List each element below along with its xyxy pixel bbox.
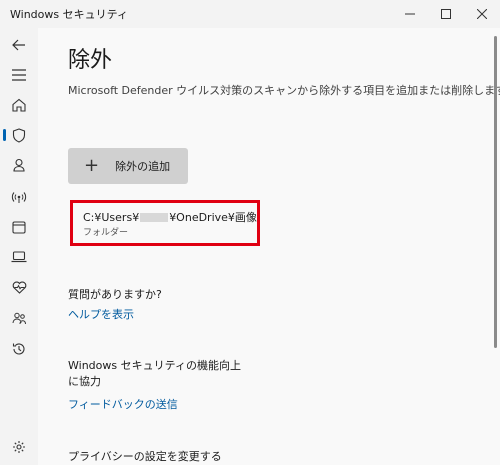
page-title: 除外 [68, 48, 113, 73]
feedback-link[interactable]: フィードバックの送信 [68, 396, 178, 412]
shield-icon [12, 127, 26, 143]
back-icon [12, 39, 25, 51]
nav-device-security[interactable] [6, 244, 32, 270]
history-icon [12, 343, 25, 355]
app-browser-icon [12, 220, 26, 234]
plus-icon: + [84, 155, 100, 176]
exclusion-path-suffix: ¥OneDrive¥画像 [169, 211, 257, 224]
nav-firewall[interactable] [6, 184, 32, 210]
home-icon [12, 98, 26, 112]
get-help-link[interactable]: ヘルプを表示 [68, 306, 134, 322]
help-heading: 質問がありますか? [68, 288, 162, 301]
minimize-icon [405, 13, 415, 15]
back-button[interactable] [6, 32, 32, 58]
exclusion-type: フォルダー [83, 228, 129, 238]
health-icon [12, 281, 26, 294]
main-content: 除外 Microsoft Defender ウイルス対策のスキャンから除外する項… [38, 28, 500, 465]
close-button[interactable] [464, 0, 500, 28]
scrollbar[interactable] [494, 36, 497, 348]
nav-app-browser[interactable] [6, 214, 32, 240]
exclusion-path: C:¥Users¥ ¥OneDrive¥画像 [83, 209, 257, 225]
device-security-icon [11, 251, 27, 263]
family-icon [12, 312, 26, 325]
nav-virus-protection[interactable] [3, 122, 32, 148]
add-exclusion-label: 除外の追加 [115, 160, 171, 173]
minimize-button[interactable] [392, 0, 428, 28]
close-icon [477, 9, 487, 19]
network-icon [11, 192, 27, 203]
exclusion-item[interactable]: C:¥Users¥ ¥OneDrive¥画像 フォルダー [70, 200, 260, 246]
add-exclusion-button[interactable]: + 除外の追加 [68, 148, 188, 184]
privacy-heading: プライバシーの設定を変更する [68, 450, 222, 463]
title-bar: Windows セキュリティ [0, 0, 500, 28]
app-title: Windows セキュリティ [10, 8, 128, 21]
nav-history[interactable] [6, 336, 32, 362]
blurred-username [140, 213, 169, 222]
nav-family[interactable] [6, 306, 32, 332]
nav-home[interactable] [6, 92, 32, 118]
maximize-icon [441, 9, 451, 19]
sidebar [0, 28, 38, 465]
page-description: Microsoft Defender ウイルス対策のスキャンから除外する項目を追… [68, 84, 500, 97]
nav-settings[interactable] [6, 434, 32, 460]
menu-icon [12, 69, 26, 81]
nav-device-health[interactable] [6, 274, 32, 300]
settings-icon [13, 441, 25, 453]
exclusion-path-prefix: C:¥Users¥ [83, 211, 140, 224]
account-icon [13, 158, 25, 172]
nav-account[interactable] [6, 152, 32, 178]
maximize-button[interactable] [428, 0, 464, 28]
menu-button[interactable] [6, 62, 32, 88]
improve-heading: Windows セキュリティの機能向上に協力 [68, 359, 241, 388]
